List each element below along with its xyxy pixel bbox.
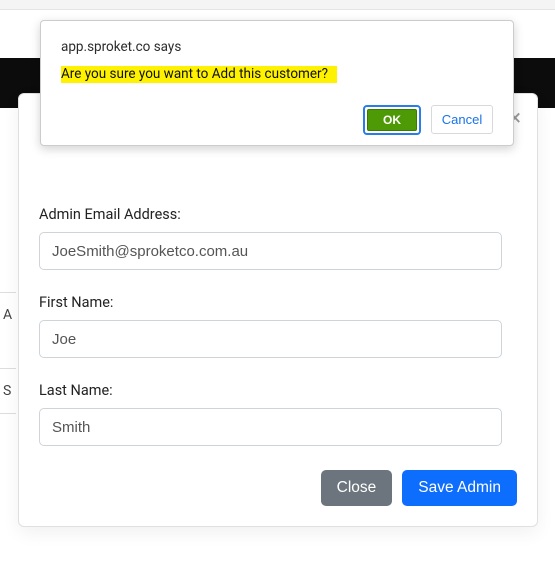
background-page-fragment: A S	[0, 292, 16, 459]
alert-message: Are you sure you want to Add this custom…	[61, 66, 337, 83]
ok-button[interactable]: OK	[367, 109, 417, 131]
browser-topbar	[0, 0, 555, 10]
cancel-button[interactable]: Cancel	[431, 105, 493, 134]
alert-origin-text: app.sproket.co says	[61, 39, 493, 55]
javascript-alert-dialog: app.sproket.co says Are you sure you wan…	[40, 20, 514, 146]
close-button[interactable]: Close	[321, 470, 393, 506]
admin-form-modal: N × Admin Email Address: First Name: Las…	[18, 93, 538, 527]
email-label: Admin Email Address:	[39, 206, 517, 223]
modal-footer: Close Save Admin	[321, 470, 517, 506]
first-name-label: First Name:	[39, 294, 517, 311]
save-admin-button[interactable]: Save Admin	[402, 470, 517, 506]
alert-button-row: OK Cancel	[61, 105, 493, 135]
last-name-field[interactable]	[39, 408, 502, 446]
bg-row-s: S	[0, 368, 16, 414]
email-field[interactable]	[39, 232, 502, 270]
alert-message-highlight: Are you sure you want to Add this custom…	[61, 66, 337, 83]
bg-row-a: A	[0, 292, 16, 323]
ok-button-focus-ring: OK	[363, 105, 421, 135]
last-name-label: Last Name:	[39, 382, 517, 399]
first-name-field[interactable]	[39, 320, 502, 358]
